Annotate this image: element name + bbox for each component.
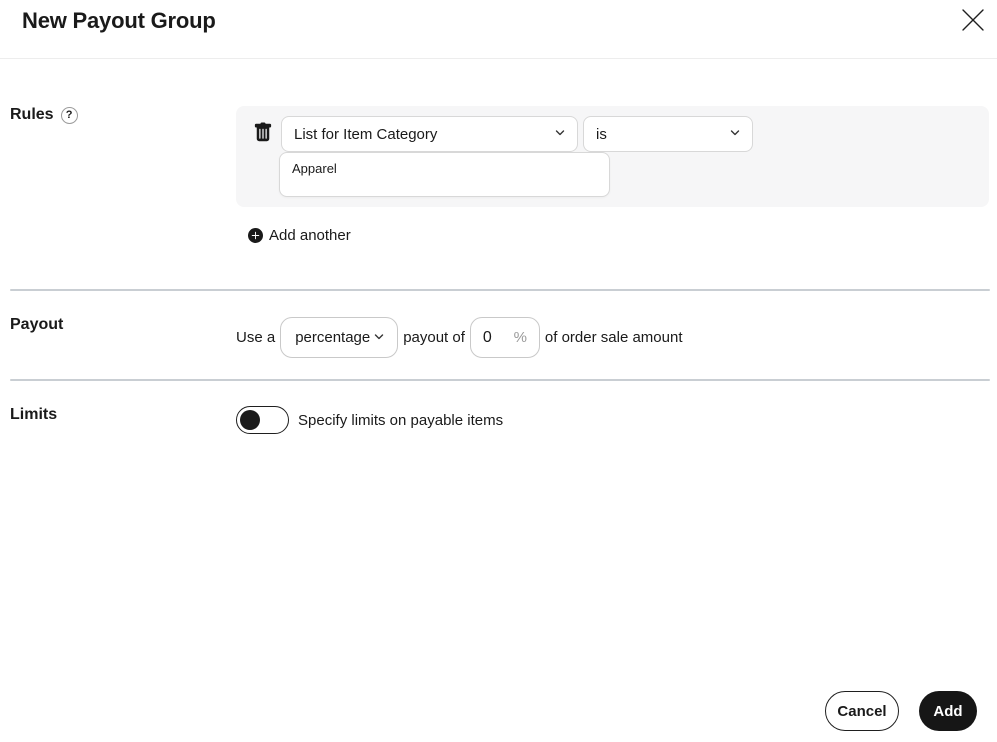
limits-toggle[interactable] xyxy=(236,406,289,434)
toggle-knob xyxy=(240,410,260,430)
rules-label: Rules xyxy=(10,106,54,123)
rules-section-label: Rules ? xyxy=(10,106,78,124)
dialog-header: New Payout Group xyxy=(0,0,997,59)
payout-type-value: percentage xyxy=(295,329,371,346)
limits-label: Limits xyxy=(10,406,58,423)
rule-operator-select[interactable]: is xyxy=(583,116,753,152)
payout-amount-field: % xyxy=(469,317,540,358)
cancel-button[interactable]: Cancel xyxy=(825,691,899,731)
chevron-down-icon xyxy=(729,126,741,143)
rule-field-value: List for Item Category xyxy=(294,125,438,143)
payout-suffix-text: of order sale amount xyxy=(544,329,683,346)
plus-circle-icon xyxy=(248,228,263,243)
add-another-label: Add another xyxy=(269,227,351,244)
limits-row: Specify limits on payable items xyxy=(236,406,503,434)
payout-amount-input[interactable] xyxy=(482,328,509,347)
rule-value-input[interactable] xyxy=(279,152,610,197)
payout-section-label: Payout xyxy=(10,316,63,334)
rule-operator-value: is xyxy=(596,125,607,143)
rule-panel: List for Item Category is xyxy=(236,106,989,207)
delete-rule-button[interactable] xyxy=(252,122,274,144)
payout-label: Payout xyxy=(10,316,64,333)
percent-suffix: % xyxy=(513,329,527,346)
add-another-rule-button[interactable]: Add another xyxy=(248,227,351,244)
rule-field-select[interactable]: List for Item Category xyxy=(281,116,578,152)
section-divider xyxy=(10,289,990,291)
payout-type-select[interactable]: percentage xyxy=(280,317,399,358)
section-divider xyxy=(10,379,990,381)
payout-prefix-text: Use a xyxy=(236,329,276,346)
chevron-down-icon xyxy=(373,329,385,346)
payout-row: Use a percentage payout of % of order sa… xyxy=(236,317,687,358)
close-icon xyxy=(960,9,986,36)
trash-icon xyxy=(253,122,273,146)
limits-description: Specify limits on payable items xyxy=(298,411,504,429)
page-title: New Payout Group xyxy=(22,8,216,33)
chevron-down-icon xyxy=(554,126,566,143)
new-payout-group-dialog: New Payout Group Rules ? List for Item C… xyxy=(0,0,997,742)
close-button[interactable] xyxy=(960,7,986,33)
help-icon[interactable]: ? xyxy=(60,106,78,124)
payout-middle-text: payout of xyxy=(403,329,465,346)
add-button[interactable]: Add xyxy=(919,691,977,731)
limits-section-label: Limits xyxy=(10,406,57,424)
